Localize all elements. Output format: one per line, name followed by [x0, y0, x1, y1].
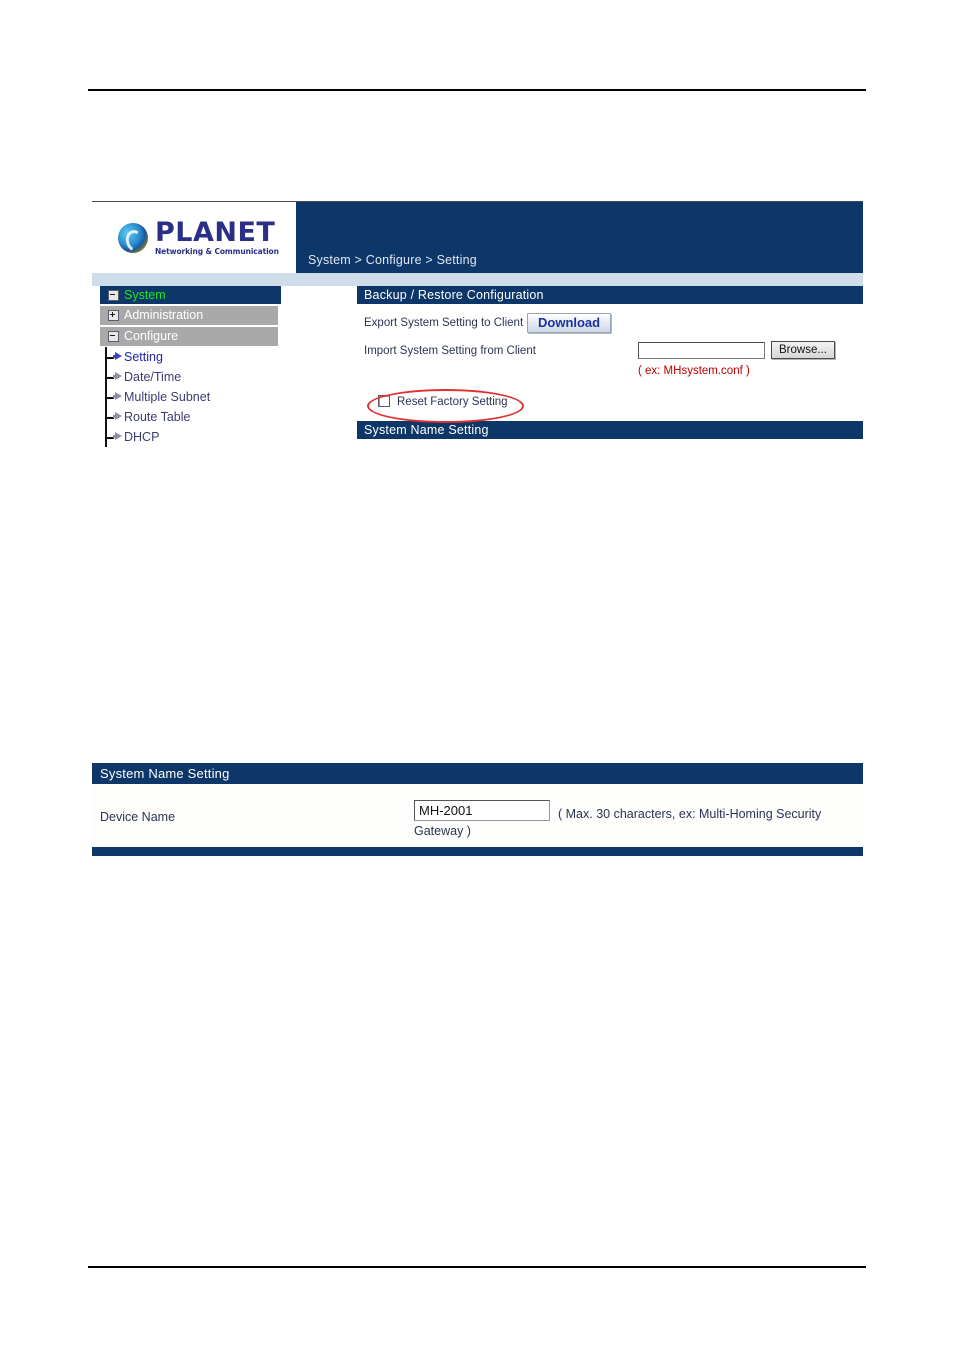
main-content: Backup / Restore Configuration Export Sy…: [357, 286, 863, 456]
sidebar-item-system[interactable]: System: [100, 286, 281, 304]
device-name-note-line2: Gateway ): [414, 824, 471, 838]
reset-factory-setting-label: Reset Factory Setting: [397, 396, 508, 408]
reset-factory-row: Reset Factory Setting: [357, 389, 863, 423]
brand-name: PLANET: [155, 217, 276, 249]
arrow-right-icon: [113, 392, 122, 400]
sidebar-item-label-date-time: Date/Time: [124, 370, 182, 384]
download-button[interactable]: Download: [527, 313, 612, 333]
export-setting-label: Export System Setting to Client: [364, 317, 524, 329]
brand-text: PLANET Networking & Communication: [155, 219, 279, 256]
page-bottom-rule: [88, 1266, 866, 1268]
brand-logo[interactable]: PLANET Networking & Communication: [92, 202, 296, 273]
panel-title-backup-restore: Backup / Restore Configuration: [357, 286, 863, 304]
router-web-ui-figure: PLANET Networking & Communication System…: [92, 201, 863, 457]
import-setting-row: Import System Setting from Client Browse…: [357, 341, 863, 361]
breadcrumb: System > Configure > Setting: [308, 253, 477, 267]
sidebar-item-configure[interactable]: Configure: [100, 327, 278, 346]
panel-title-system-name: System Name Setting: [92, 763, 863, 784]
sidebar-item-date-time[interactable]: Date/Time: [100, 367, 282, 387]
export-setting-row: Export System Setting to Client Download: [357, 313, 863, 333]
sidebar-item-label-route-table: Route Table: [124, 410, 191, 424]
sidebar-item-dhcp[interactable]: DHCP: [100, 427, 282, 447]
sidebar-item-label-dhcp: DHCP: [124, 430, 160, 444]
device-name-input[interactable]: [414, 800, 550, 821]
sidebar-subitems: Setting Date/Time Multiple Subnet Route …: [100, 347, 282, 447]
ui-header: PLANET Networking & Communication System…: [92, 202, 863, 273]
ui-body: System Administration Configure Setting: [92, 286, 863, 456]
minus-toggle-icon[interactable]: [108, 331, 119, 342]
sidebar-item-setting[interactable]: Setting: [100, 347, 282, 367]
sidebar-item-label-system: System: [124, 288, 166, 302]
planet-globe-icon: [118, 222, 148, 253]
file-hint-row: ( ex: MHsystem.conf ): [357, 365, 863, 383]
arrow-right-icon: [113, 352, 122, 360]
reset-factory-setting-checkbox[interactable]: [378, 395, 390, 407]
sidebar-item-label-multiple-subnet: Multiple Subnet: [124, 390, 211, 404]
sidebar-item-label-administration: Administration: [124, 308, 204, 322]
minus-toggle-icon[interactable]: [108, 289, 119, 301]
import-file-input[interactable]: [638, 342, 765, 359]
system-name-body: Device Name ( Max. 30 characters, ex: Mu…: [92, 784, 863, 843]
system-name-footer-bar: [92, 847, 863, 856]
file-format-hint: ( ex: MHsystem.conf ): [638, 365, 750, 377]
sidebar-item-multiple-subnet[interactable]: Multiple Subnet: [100, 387, 282, 407]
arrow-right-icon: [113, 372, 122, 380]
import-setting-label: Import System Setting from Client: [364, 345, 536, 357]
browse-button[interactable]: Browse...: [771, 341, 835, 359]
device-name-label: Device Name: [100, 810, 176, 824]
sidebar-item-label-setting: Setting: [124, 350, 163, 364]
ui-subbar: [92, 273, 863, 286]
sidebar-item-route-table[interactable]: Route Table: [100, 407, 282, 427]
plus-toggle-icon[interactable]: [108, 310, 119, 321]
sidebar-nav: System Administration Configure Setting: [92, 286, 282, 456]
panel-title-system-name-setting: System Name Setting: [357, 421, 863, 439]
arrow-right-icon: [113, 432, 122, 440]
page-top-rule: [88, 89, 866, 91]
sidebar-item-administration[interactable]: Administration: [100, 306, 278, 325]
device-name-note-line1: ( Max. 30 characters, ex: Multi-Homing S…: [558, 807, 822, 821]
arrow-right-icon: [113, 412, 122, 420]
footer-ghost-text: [92, 847, 863, 856]
system-name-setting-figure: System Name Setting Device Name ( Max. 3…: [92, 763, 863, 859]
brand-tagline: Networking & Communication: [155, 247, 279, 257]
sidebar-item-label-configure: Configure: [124, 329, 179, 343]
